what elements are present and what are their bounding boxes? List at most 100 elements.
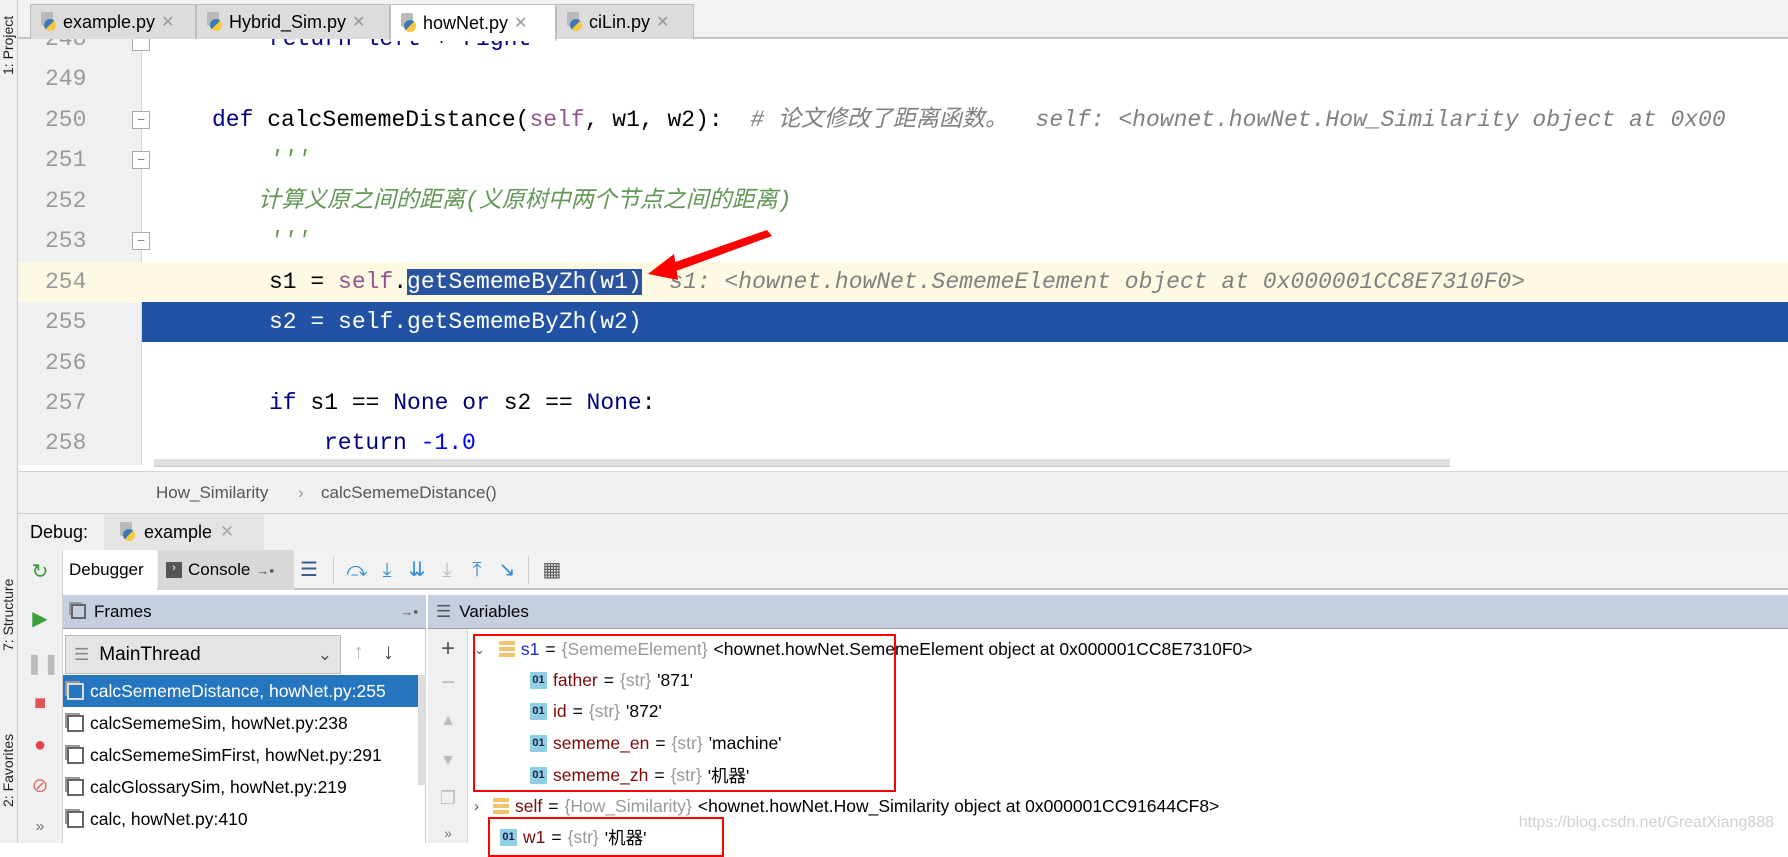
code-line: 258 return -1.0 — [18, 423, 1788, 463]
force-step-into-icon[interactable]: ⤓ — [433, 556, 461, 584]
run-to-cursor-icon[interactable]: ↘ — [493, 556, 521, 584]
stop-icon[interactable]: ■ — [26, 689, 54, 717]
keyword: def — [212, 107, 268, 133]
more-icon[interactable]: » — [26, 813, 54, 841]
line-number: 250 — [45, 107, 87, 133]
frames-icon — [71, 604, 86, 619]
tab-console[interactable]: › Console →▪ — [158, 550, 294, 590]
variable-row[interactable]: 01 sememe_en = {str}'machine' — [530, 728, 782, 759]
next-frame-icon[interactable]: ↓ — [383, 639, 394, 665]
frame-label: calcSememeDistance, howNet.py:255 — [90, 680, 386, 701]
keyword: None — [586, 390, 642, 416]
mute-breakpoints-icon[interactable]: ⊘ — [26, 772, 54, 800]
step-over-icon[interactable]: ⤼ — [343, 556, 371, 584]
previous-frame-icon[interactable]: ↑ — [353, 639, 364, 665]
step-into-icon[interactable]: ⤓ — [373, 556, 401, 584]
frame-item[interactable]: calcSememeSim, howNet.py:238 — [63, 707, 418, 739]
tab-label: ciLin.py — [589, 11, 651, 32]
variable-row-self[interactable]: › self = {How_Similarity} <hownet.howNet.… — [474, 791, 1219, 822]
pause-icon[interactable]: ❚❚ — [26, 650, 60, 678]
frames-panel: ☰ MainThread ⌄ ↑ ↓ calcSememeDistance, h… — [63, 629, 426, 843]
structure-tool-button[interactable]: 7: Structure — [0, 560, 18, 670]
number-literal: -1.0 — [420, 430, 476, 456]
var-name: w1 — [523, 827, 546, 847]
chevron-down-icon: ⌄ — [317, 644, 332, 664]
variable-row[interactable]: 01 id = {str} '872' — [530, 696, 662, 727]
copy-icon[interactable]: ❐ — [434, 784, 462, 812]
view-breakpoints-icon[interactable]: ● — [26, 731, 54, 759]
fold-marker-icon[interactable]: − — [132, 232, 150, 250]
step-out-icon[interactable]: ⤒ — [463, 556, 491, 584]
pin-icon[interactable]: →▪ — [256, 563, 274, 578]
tab-hownet-py[interactable]: howNet.py ✕ — [390, 4, 556, 41]
string-icon: 01 — [500, 829, 517, 846]
move-up-icon[interactable]: ▲ — [434, 707, 462, 735]
var-value: '机器' — [707, 766, 750, 786]
close-icon[interactable]: ✕ — [514, 13, 527, 33]
close-icon[interactable]: ✕ — [220, 522, 234, 542]
self-param: self — [529, 107, 585, 133]
variable-row[interactable]: 01 w1 = {str} '机器' — [500, 822, 646, 853]
code-line: 249 — [18, 59, 1788, 99]
step-into-my-code-icon[interactable]: ⇊ — [403, 556, 431, 584]
tab-hybrid-sim-py[interactable]: Hybrid_Sim.py ✕ — [196, 4, 390, 39]
python-file-icon — [565, 12, 583, 32]
pin-icon[interactable]: →▪ — [400, 604, 418, 619]
tab-cilin-py[interactable]: ciLin.py ✕ — [556, 4, 694, 39]
project-tool-button[interactable]: 1: Project — [0, 0, 18, 90]
var-type: {How_Similarity} — [564, 796, 692, 816]
var-value: <hownet.howNet.SememeElement object at 0… — [713, 639, 1253, 659]
evaluate-expression-icon[interactable]: ▦ — [538, 556, 566, 584]
tab-debugger[interactable]: Debugger — [63, 550, 157, 590]
resume-icon[interactable]: ▶ — [26, 605, 54, 633]
code-line: 252 计算义原之间的距离(义原树中两个节点之间的距离) — [18, 181, 1788, 221]
frame-item[interactable]: calcSememeDistance, howNet.py:255 — [63, 675, 418, 707]
console-label: Console — [188, 560, 251, 579]
favorites-tool-button[interactable]: 2: Favorites — [0, 715, 18, 825]
docstring: ''' — [269, 228, 311, 254]
string-icon: 01 — [530, 703, 547, 720]
fold-marker-icon[interactable]: − — [132, 151, 150, 169]
frames-header: Frames →▪ — [63, 595, 426, 629]
frames-scrollbar[interactable] — [418, 675, 426, 785]
chevron-right-icon[interactable]: › — [474, 798, 479, 815]
frame-item[interactable]: calcGlossarySim, howNet.py:219 — [63, 771, 418, 803]
debug-session-tab[interactable]: example ✕ — [104, 514, 264, 550]
line-number: 252 — [45, 188, 87, 214]
breadcrumb-class[interactable]: How_Similarity — [156, 483, 268, 503]
python-run-icon — [118, 522, 136, 542]
frame-item[interactable]: calc, howNet.py:410 — [63, 803, 418, 835]
breadcrumb-method[interactable]: calcSememeDistance() — [321, 483, 497, 503]
string-icon: 01 — [530, 735, 547, 752]
close-icon[interactable]: ✕ — [161, 12, 174, 32]
var-value: '872' — [626, 701, 662, 721]
var-name: s1 — [520, 639, 540, 659]
keyword: None — [393, 390, 449, 416]
tab-example-py[interactable]: example.py ✕ — [30, 4, 196, 39]
fold-marker-icon[interactable]: − — [132, 111, 150, 129]
variable-row-s1[interactable]: ⌄ s1 = {SememeElement} <hownet.howNet.Sem… — [474, 634, 1253, 665]
close-icon[interactable]: ✕ — [656, 12, 669, 32]
remove-watch-icon[interactable]: − — [434, 669, 462, 697]
inline-debug-value: s1: <hownet.howNet.SememeElement object … — [669, 269, 1526, 295]
frame-item[interactable]: calcSememeSimFirst, howNet.py:291 — [63, 739, 418, 771]
add-watch-icon[interactable]: + — [434, 635, 462, 663]
code-line: 257 if s1 == None or s2 == None: — [18, 383, 1788, 423]
code-line: 256 — [18, 343, 1788, 383]
show-execution-point-icon[interactable]: ☰ — [295, 556, 323, 584]
variable-row[interactable]: 01 father = {str} '871' — [530, 665, 693, 696]
frame-label: calc, howNet.py:410 — [90, 808, 248, 829]
chevron-down-icon[interactable]: ⌄ — [474, 642, 485, 658]
python-file-icon — [205, 12, 223, 32]
code-editor[interactable]: 248 return left + right 249 250 def calc… — [18, 26, 1788, 465]
frame-icon — [67, 746, 84, 764]
variables-icon: ☰ — [436, 601, 452, 621]
line-number: 258 — [45, 430, 87, 456]
comment: # 论文修改了距离函数。 — [750, 107, 1008, 133]
move-down-icon[interactable]: ▼ — [434, 747, 462, 775]
thread-dropdown[interactable]: ☰ MainThread ⌄ — [65, 635, 341, 674]
variable-row[interactable]: 01 sememe_zh = {str} '机器' — [530, 760, 749, 791]
var-value: '机器' — [604, 828, 647, 848]
close-icon[interactable]: ✕ — [352, 12, 365, 32]
code-line-current: 254 s1 = self.getSememeByZh(w1) s1: <how… — [18, 262, 1788, 302]
